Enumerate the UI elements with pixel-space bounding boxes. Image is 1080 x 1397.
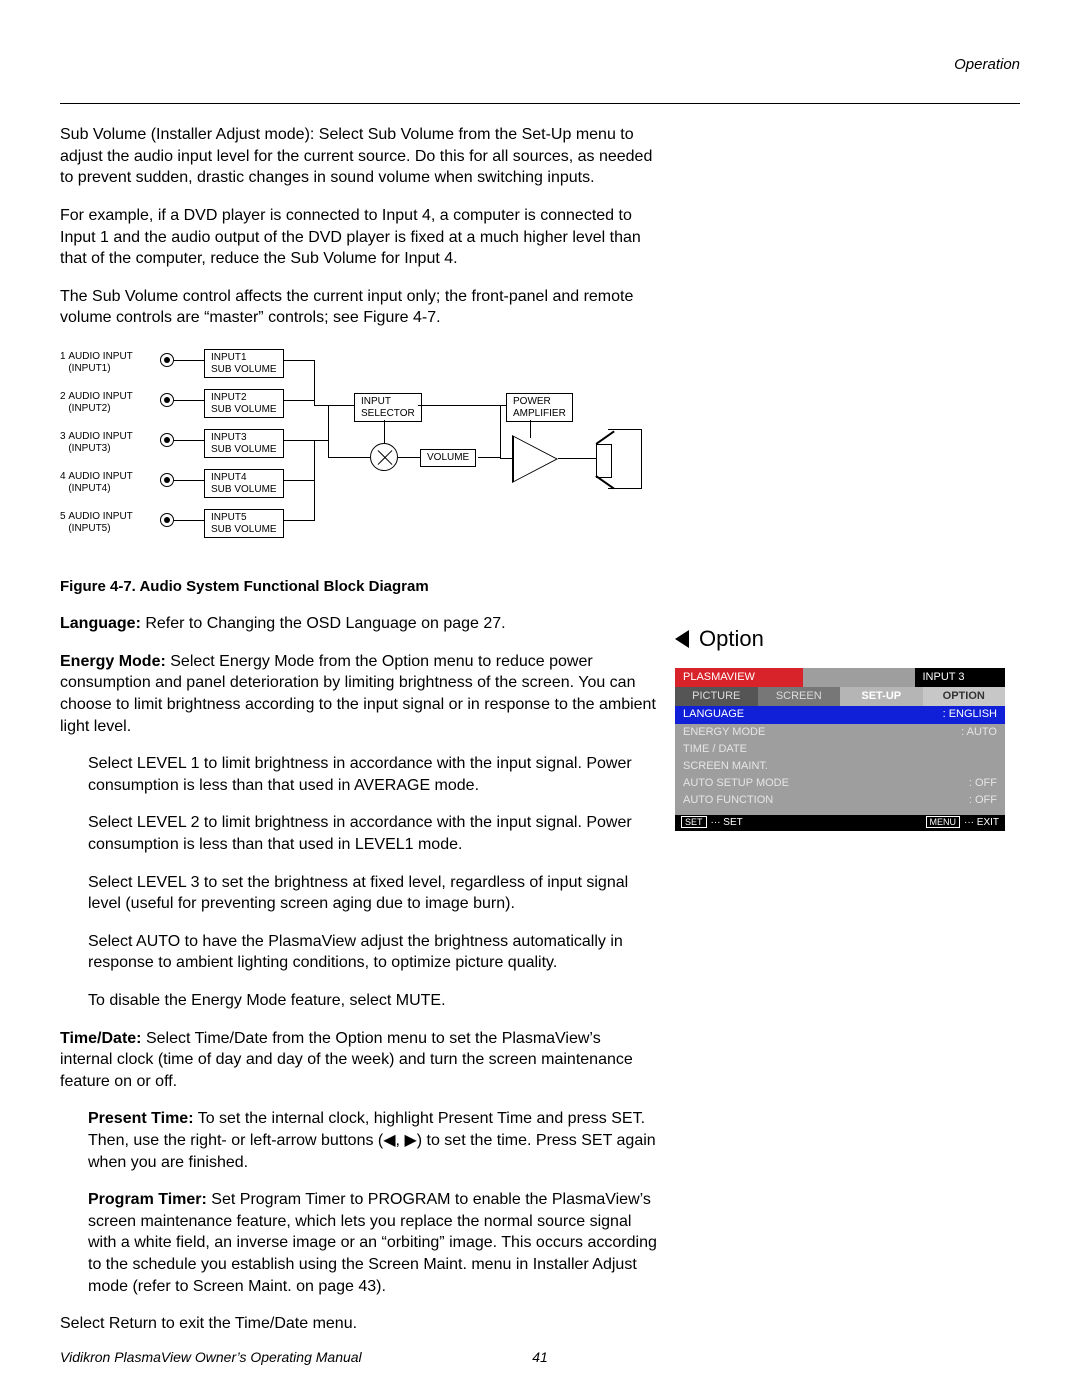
- para-return: Select Return to exit the Time/Date menu…: [60, 1313, 657, 1335]
- osd-item-autosetup[interactable]: AUTO SETUP MODE: OFF: [675, 775, 1005, 792]
- osd-item-language[interactable]: LANGUAGE: ENGLISH: [675, 706, 1005, 723]
- para-level1: Select LEVEL 1 to limit brightness in ac…: [60, 753, 657, 796]
- osd-panel: PLASMAVIEW INPUT 3 PICTURE SCREEN SET-UP…: [675, 668, 1005, 832]
- osd-item-energy[interactable]: ENERGY MODE: AUTO: [675, 724, 1005, 741]
- osd-tabs: PICTURE SCREEN SET-UP OPTION: [675, 687, 1005, 706]
- jack-icon: [160, 513, 174, 527]
- para-level3: Select LEVEL 3 to set the brightness at …: [60, 872, 657, 915]
- side-column: Option PLASMAVIEW INPUT 3 PICTURE SCREEN…: [675, 124, 1020, 831]
- jack-icon: [160, 433, 174, 447]
- osd-item-screenmaint[interactable]: SCREEN MAINT.: [675, 758, 1005, 775]
- para-example: For example, if a DVD player is connecte…: [60, 205, 657, 270]
- diagram-subvol-5: INPUT5 SUB VOLUME: [204, 509, 284, 538]
- diagram-input-1-label: 1 AUDIO INPUT (INPUT1): [60, 351, 133, 374]
- para-master: The Sub Volume control affects the curre…: [60, 286, 657, 329]
- osd-item-autofunction[interactable]: AUTO FUNCTION: OFF: [675, 792, 1005, 809]
- osd-brand: PLASMAVIEW: [675, 668, 803, 687]
- diagram-subvol-3: INPUT3 SUB VOLUME: [204, 429, 284, 458]
- para-level2: Select LEVEL 2 to limit brightness in ac…: [60, 812, 657, 855]
- para-program-timer: Program Timer: Set Program Timer to PROG…: [60, 1189, 657, 1297]
- page-footer: Vidikron PlasmaView Owner’s Operating Ma…: [60, 1348, 1020, 1367]
- osd-tab-setup[interactable]: SET-UP: [840, 687, 923, 706]
- speaker-icon: [608, 429, 642, 489]
- diagram-input-selector: INPUT SELECTOR: [354, 393, 422, 422]
- para-language: Language: Refer to Changing the OSD Lang…: [60, 613, 657, 635]
- diagram-input-4-label: 4 AUDIO INPUT (INPUT4): [60, 471, 133, 494]
- para-energy: Energy Mode: Select Energy Mode from the…: [60, 651, 657, 737]
- footer-page-number: 41: [515, 1348, 565, 1367]
- para-subvolume: Sub Volume (Installer Adjust mode): Sele…: [60, 124, 657, 189]
- diagram-amplifier-label: POWER AMPLIFIER: [506, 393, 573, 422]
- diagram-input-5-label: 5 AUDIO INPUT (INPUT5): [60, 511, 133, 534]
- mixer-icon: [370, 443, 398, 471]
- audio-block-diagram: 1 AUDIO INPUT (INPUT1) INPUT1 SUB VOLUME…: [60, 345, 657, 565]
- osd-item-timedate[interactable]: TIME / DATE: [675, 741, 1005, 758]
- jack-icon: [160, 353, 174, 367]
- osd-body: LANGUAGE: ENGLISH ENERGY MODE: AUTO TIME…: [675, 706, 1005, 809]
- triangle-left-icon: [675, 630, 689, 648]
- diagram-input-3-label: 3 AUDIO INPUT (INPUT3): [60, 431, 133, 454]
- section-header: Operation: [60, 55, 1020, 75]
- figure-caption: Figure 4-7. Audio System Functional Bloc…: [60, 577, 657, 597]
- osd-input-indicator: INPUT 3: [915, 668, 1006, 687]
- diagram-subvol-1: INPUT1 SUB VOLUME: [204, 349, 284, 378]
- diagram-input-2-label: 2 AUDIO INPUT (INPUT2): [60, 391, 133, 414]
- osd-footer: SET··· SET MENU··· EXIT: [675, 815, 1005, 831]
- osd-tab-screen[interactable]: SCREEN: [758, 687, 841, 706]
- osd-tab-picture[interactable]: PICTURE: [675, 687, 758, 706]
- osd-tab-option[interactable]: OPTION: [923, 687, 1006, 706]
- main-text-column: Sub Volume (Installer Adjust mode): Sele…: [60, 124, 657, 1350]
- amplifier-icon: [512, 435, 558, 483]
- diagram-subvol-4: INPUT4 SUB VOLUME: [204, 469, 284, 498]
- footer-title: Vidikron PlasmaView Owner’s Operating Ma…: [60, 1348, 515, 1367]
- diagram-volume: VOLUME: [420, 449, 476, 467]
- jack-icon: [160, 393, 174, 407]
- jack-icon: [160, 473, 174, 487]
- para-auto: Select AUTO to have the PlasmaView adjus…: [60, 931, 657, 974]
- horizontal-rule: [60, 103, 1020, 104]
- option-heading: Option: [675, 624, 1020, 654]
- para-present-time: Present Time: To set the internal clock,…: [60, 1108, 657, 1173]
- para-mute: To disable the Energy Mode feature, sele…: [60, 990, 657, 1012]
- diagram-subvol-2: INPUT2 SUB VOLUME: [204, 389, 284, 418]
- para-timedate: Time/Date: Select Time/Date from the Opt…: [60, 1028, 657, 1093]
